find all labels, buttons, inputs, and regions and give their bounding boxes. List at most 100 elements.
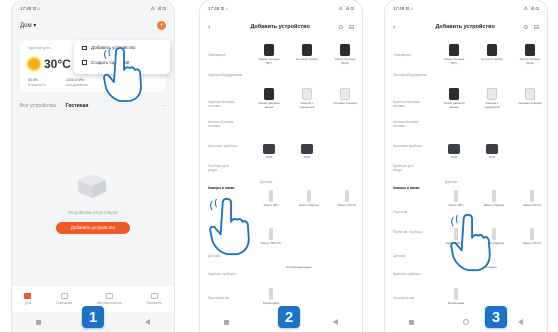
device-tile[interactable]: Замок (Wi-Fi) (519, 190, 545, 208)
device-tile[interactable]: DVR (256, 144, 282, 160)
category-item[interactable]: Датчики (393, 254, 423, 258)
status-time: 17:48 ⊡ ⌂ (20, 6, 41, 11)
automation-icon (105, 293, 113, 299)
device-tile[interactable]: Сетевая станция (332, 88, 358, 106)
tab-living-room[interactable]: Гостиная (66, 103, 89, 109)
scan-icon[interactable]: ⊙ ⊟ (338, 24, 356, 31)
back-nav-icon[interactable] (144, 319, 150, 325)
category-item-selected[interactable]: Камеры и замки (393, 186, 423, 190)
device-tile[interactable]: Блокировка видео (274, 265, 324, 270)
device-tile[interactable]: Умная дверная звонок (441, 88, 467, 109)
category-item[interactable]: Крупная бытовая техника (393, 100, 423, 108)
device-label: DVR (450, 155, 458, 159)
scan-icon[interactable]: ⊙ ⊟ (523, 24, 541, 31)
home-selector[interactable]: Дом ▾ (20, 22, 36, 29)
recent-apps-icon[interactable] (36, 319, 42, 325)
device-tile[interactable]: Умная колонка (BT) (441, 44, 467, 65)
category-item-selected[interactable]: Камеры и замки (208, 186, 238, 190)
device-label: Замок (Wi-Fi) (522, 241, 542, 245)
device-image (345, 190, 349, 202)
device-tile[interactable]: DVR (441, 144, 467, 160)
section-label: Датчики (260, 180, 273, 184)
category-item[interactable]: Кухонные приборы (208, 144, 238, 148)
bottom-tab-automation[interactable]: Автоматизация (97, 293, 122, 305)
category-item[interactable]: Электрооборудование (208, 73, 242, 77)
category-item[interactable]: Пространство (393, 296, 423, 300)
bottom-tab-home[interactable]: Дом (24, 293, 32, 305)
phone-screen-2: 17:49 ⊡ ⌂ ⁂ ˙ıll ⊡ ‹ Добавить устройство… (200, 0, 362, 332)
category-item[interactable]: Кухонные приборы (393, 144, 423, 148)
device-tile[interactable]: NVR (294, 144, 320, 160)
device-label: Сетевая станция (333, 101, 357, 105)
device-label: Блокировка (262, 301, 280, 305)
category-item[interactable]: Освещение (208, 53, 238, 57)
device-tile[interactable]: Замок (BT) (258, 190, 284, 208)
tutorial-stage: 17:48 ⊡ ⌂ ⁂ ˙ıll ⊡ Дом ▾ + Удачный день … (0, 0, 558, 332)
category-item[interactable]: Крупные приборы (208, 272, 238, 276)
device-tile[interactable]: Блокировка (443, 288, 469, 306)
add-icon[interactable]: + (157, 21, 166, 30)
category-item[interactable]: Пространство (208, 296, 238, 300)
device-label: Умная дверная звонок (258, 101, 280, 109)
add-device-button[interactable]: Добавить устройство (56, 222, 130, 234)
category-item[interactable]: Электрооборудование (393, 73, 427, 77)
category-item[interactable]: Портатив. (393, 210, 423, 214)
device-image (449, 88, 459, 100)
pointing-hand-icon (450, 213, 491, 272)
status-bar: 17:48 ⊡ ⌂ ⁂ ˙ıll ⊡ (20, 6, 166, 14)
device-tile[interactable]: Замок (Wi-Fi) (519, 228, 545, 246)
bottom-tab-scenes[interactable]: Сценарии (56, 293, 72, 305)
status-bar: 17:49 ⊡ ⌂ ⁂ ˙ıll ⊡ (208, 6, 354, 14)
device-label: Замок (NB-IoT) (260, 241, 282, 245)
device-tile[interactable]: Сетевой тамбур (479, 44, 505, 62)
device-tile[interactable]: Замок (Zigbee) (296, 190, 322, 208)
bottom-tab-label: Сценарии (56, 301, 73, 305)
device-tile[interactable]: Камера с подсветкой (294, 88, 320, 109)
device-tile[interactable]: Умная дверная звонок (256, 88, 282, 109)
step-badge: 1 (82, 306, 104, 328)
device-tile[interactable]: Камера с подсветкой (479, 88, 505, 109)
device-tile[interactable]: Сетевой тамбур (294, 44, 320, 62)
recent-apps-icon[interactable] (224, 319, 230, 325)
category-item[interactable]: Крупные приборы (393, 272, 423, 276)
device-image (454, 288, 458, 300)
page-title: Добавить устройство (250, 24, 310, 30)
back-nav-icon[interactable] (332, 319, 338, 325)
category-item[interactable]: Приборы для ухода (393, 164, 423, 172)
device-tile[interactable]: Замок (BT) (443, 190, 469, 208)
device-image (448, 144, 460, 154)
device-tile[interactable]: Замок (Zigbee) (481, 190, 507, 208)
device-label: DVR (265, 155, 273, 159)
device-label: Замок (BT) (263, 203, 279, 207)
back-icon[interactable]: ‹ (393, 24, 407, 31)
device-tile[interactable]: Умная колонка (BLE) (517, 44, 543, 65)
device-tile[interactable]: NVR (479, 144, 505, 160)
status-time: 17:49 ⊡ ⌂ (208, 6, 229, 11)
back-icon[interactable]: ‹ (208, 24, 222, 31)
device-tile[interactable]: Блокировка (258, 288, 284, 306)
device-tile[interactable]: Умная колонка (BLE) (332, 44, 358, 65)
profile-icon (150, 293, 158, 299)
bottom-tab-label: Профиль (146, 301, 162, 305)
recent-apps-icon[interactable] (409, 319, 415, 325)
category-item[interactable]: Крупная бытовая техника (208, 100, 238, 108)
device-tile[interactable]: Умная колонка (BT) (256, 44, 282, 65)
bottom-tab-profile[interactable]: Профиль (147, 293, 162, 305)
device-image (525, 88, 535, 100)
category-item[interactable]: Мелкая бытовая техника (393, 120, 423, 128)
home-nav-icon[interactable] (462, 319, 469, 325)
device-tile[interactable]: Сетевая станция (517, 88, 543, 106)
device-tile[interactable]: Замок (NB-IoT) (258, 228, 284, 246)
back-nav-icon[interactable] (517, 319, 523, 325)
category-item[interactable]: Портатив. приборы (393, 230, 423, 234)
more-icon[interactable]: ··· (161, 103, 166, 109)
device-image (269, 190, 273, 202)
scene-icon (82, 60, 87, 65)
device-label: Блокировка (447, 301, 465, 305)
category-item[interactable]: Приборы для ухода (208, 164, 238, 172)
device-tile[interactable]: Замок (Wi-Fi) (334, 190, 360, 208)
category-item[interactable]: Освещение (393, 53, 423, 57)
header: ‹ Добавить устройство ⊙ ⊟ (208, 22, 356, 32)
tab-all-devices[interactable]: Все устройства (20, 103, 56, 109)
category-item[interactable]: Мелкая бытовая техника (208, 120, 238, 128)
